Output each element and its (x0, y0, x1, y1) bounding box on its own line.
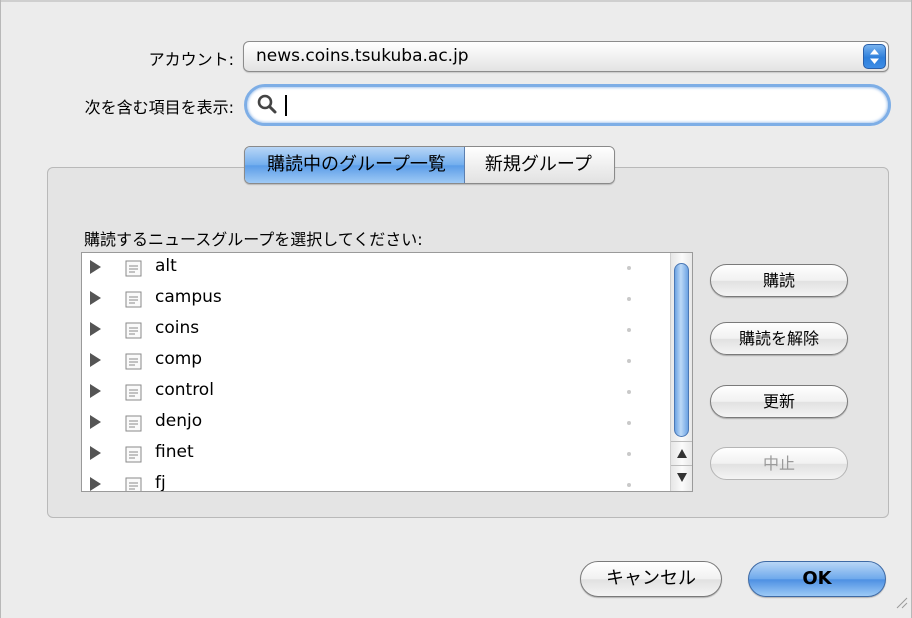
newsgroup-document-icon (124, 383, 144, 408)
subscription-dot[interactable] (627, 390, 631, 394)
stop-button[interactable]: 中止 (710, 447, 848, 480)
newsgroup-document-icon (124, 476, 144, 491)
disclosure-triangle-icon[interactable] (90, 446, 101, 460)
unsubscribe-button[interactable]: 購読を解除 (710, 322, 848, 355)
disclosure-triangle-icon[interactable] (90, 477, 101, 491)
tab-subscribed-groups[interactable]: 購読中のグループ一覧 (245, 147, 465, 183)
newsgroup-document-icon (124, 290, 144, 315)
subscription-dot[interactable] (627, 421, 631, 425)
cancel-button[interactable]: キャンセル (580, 561, 722, 597)
popup-arrows-icon (863, 44, 886, 69)
list-item[interactable]: comp (82, 346, 672, 377)
list-item[interactable]: control (82, 377, 672, 408)
scroll-up-arrow-icon[interactable] (671, 441, 692, 465)
tab-bar: 購読中のグループ一覧 新規グループ (244, 146, 615, 184)
magnifier-icon (256, 93, 278, 120)
list-item[interactable]: finet (82, 439, 672, 470)
newsgroup-document-icon (124, 414, 144, 439)
list-item-label: control (155, 380, 214, 400)
list-item[interactable]: fj (82, 470, 672, 492)
disclosure-triangle-icon[interactable] (90, 260, 101, 274)
list-item[interactable]: alt (82, 253, 672, 284)
disclosure-triangle-icon[interactable] (90, 322, 101, 336)
newsgroup-document-icon (124, 321, 144, 346)
refresh-button[interactable]: 更新 (710, 385, 848, 418)
list-item[interactable]: campus (82, 284, 672, 315)
account-popup[interactable]: news.coins.tsukuba.ac.jp (243, 41, 889, 72)
newsgroup-outline-list[interactable]: alt campus coins comp control denjo fine… (81, 252, 693, 492)
subscription-dot[interactable] (627, 483, 631, 487)
disclosure-triangle-icon[interactable] (90, 291, 101, 305)
subscription-dot[interactable] (627, 359, 631, 363)
list-item-label: fj (155, 473, 166, 492)
list-item-label: comp (155, 349, 203, 369)
list-caption: 購読するニュースグループを選択してください: (84, 230, 423, 249)
newsgroup-document-icon (124, 259, 144, 284)
filter-search-field[interactable] (244, 84, 891, 126)
vertical-scrollbar[interactable] (670, 253, 692, 491)
account-label: アカウント: (148, 50, 234, 69)
subscription-dot[interactable] (627, 297, 631, 301)
disclosure-triangle-icon[interactable] (90, 384, 101, 398)
subscribe-button[interactable]: 購読 (710, 264, 848, 297)
list-item[interactable]: coins (82, 315, 672, 346)
text-caret (285, 95, 287, 116)
tab-new-groups[interactable]: 新規グループ (464, 147, 614, 183)
newsgroup-document-icon (124, 352, 144, 377)
newsgroup-document-icon (124, 445, 144, 470)
list-item[interactable]: denjo (82, 408, 672, 439)
window-top-edge (0, 0, 912, 2)
list-item-label: coins (155, 318, 200, 338)
ok-button[interactable]: OK (748, 561, 886, 597)
subscription-dot[interactable] (627, 452, 631, 456)
window-left-edge (0, 0, 1, 618)
disclosure-triangle-icon[interactable] (90, 353, 101, 367)
account-value: news.coins.tsukuba.ac.jp (256, 46, 469, 66)
subscription-dot[interactable] (627, 328, 631, 332)
filter-label: 次を含む項目を表示: (84, 98, 234, 117)
list-item-label: finet (155, 442, 194, 462)
resize-grip-icon[interactable] (894, 594, 908, 614)
list-item-label: alt (155, 256, 177, 276)
list-item-label: campus (155, 287, 222, 307)
list-item-label: denjo (155, 411, 203, 431)
subscription-dot[interactable] (627, 266, 631, 270)
disclosure-triangle-icon[interactable] (90, 415, 101, 429)
scroll-down-arrow-icon[interactable] (671, 465, 692, 491)
scrollbar-thumb[interactable] (674, 263, 689, 437)
